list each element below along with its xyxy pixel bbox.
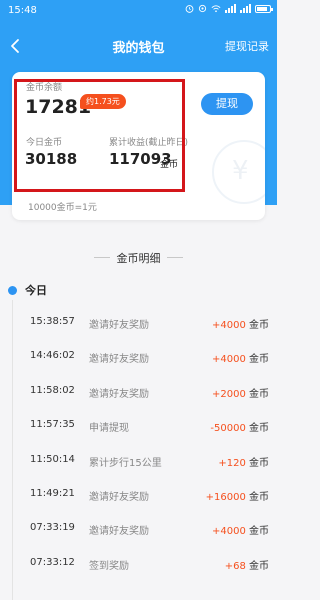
amount-unit: 金币 xyxy=(249,320,269,331)
today-group-header: 今日 xyxy=(8,282,47,298)
list-item: 07:33:12 签到奖励 +68 金币 xyxy=(0,547,277,581)
settings-icon xyxy=(198,4,207,13)
amount-value: +4000 xyxy=(211,526,246,538)
wifi-icon xyxy=(211,5,221,13)
amount-value: +120 xyxy=(218,457,246,469)
amount-value: +2000 xyxy=(211,388,246,400)
list-item: 11:57:35 申请提现 -50000 金币 xyxy=(0,409,277,443)
amount-unit: 金币 xyxy=(249,354,269,366)
today-label: 今日 xyxy=(25,284,47,297)
record-time: 11:58:02 xyxy=(30,384,75,396)
amount-unit: 金币 xyxy=(249,423,269,435)
record-desc: 邀请好友奖励 xyxy=(89,354,149,366)
list-item: 11:58:02 邀请好友奖励 +2000 金币 xyxy=(0,375,277,409)
highlight-annotation-box xyxy=(14,79,185,192)
signal-icon-2 xyxy=(240,4,251,13)
amount-value: +16000 xyxy=(205,491,246,503)
record-time: 14:46:02 xyxy=(30,350,75,362)
amount-value: +68 xyxy=(224,560,246,572)
coin-details-title: 金币明细 xyxy=(0,250,277,266)
exchange-rate-text: 10000金币=1元 xyxy=(28,203,97,213)
nav-bar: 我的钱包 提现记录 xyxy=(0,28,277,64)
amount-unit: 金币 xyxy=(249,491,269,503)
wallet-page: 15:48 我的钱包 提现记录 金币余额 17281 约1.73元 提现 今日金… xyxy=(0,0,277,600)
record-desc: 累计步行15公里 xyxy=(89,457,162,469)
battery-icon xyxy=(255,4,273,13)
amount-unit: 金币 xyxy=(249,388,269,400)
record-amount: +120 金币 xyxy=(218,454,269,469)
yen-watermark-icon: ¥ xyxy=(212,140,265,204)
record-amount: +4000 金币 xyxy=(212,316,269,331)
amount-value: +4000 xyxy=(211,320,246,331)
withdraw-button[interactable]: 提现 xyxy=(201,93,253,115)
list-item: 15:38:57 邀请好友奖励 +4000 金币 xyxy=(0,306,277,340)
record-time: 11:49:21 xyxy=(30,487,75,499)
record-time: 07:33:12 xyxy=(30,556,75,568)
record-time: 15:38:57 xyxy=(30,316,75,327)
record-amount: +2000 金币 xyxy=(212,385,269,400)
record-amount: -50000 金币 xyxy=(210,419,269,434)
timeline-dot-icon xyxy=(8,285,17,295)
amount-value: +4000 xyxy=(211,354,246,366)
withdraw-record-link[interactable]: 提现记录 xyxy=(225,38,269,54)
record-desc: 签到奖励 xyxy=(89,560,129,572)
record-time: 11:50:14 xyxy=(30,453,75,465)
alarm-icon xyxy=(185,5,194,13)
status-icons xyxy=(185,4,273,13)
record-time: 07:33:19 xyxy=(30,522,75,534)
record-desc: 邀请好友奖励 xyxy=(89,388,149,400)
record-desc: 邀请好友奖励 xyxy=(89,320,149,331)
status-bar: 15:48 xyxy=(0,0,277,22)
list-item: 11:49:21 邀请好友奖励 +16000 金币 xyxy=(0,478,277,512)
record-amount: +4000 金币 xyxy=(212,522,269,537)
list-item: 07:33:19 邀请好友奖励 +4000 金币 xyxy=(0,512,277,546)
record-time: 11:57:35 xyxy=(30,419,75,431)
status-time: 15:48 xyxy=(8,5,37,16)
list-item: 14:46:02 邀请好友奖励 +4000 金币 xyxy=(0,340,277,374)
records-list: 15:38:57 邀请好友奖励 +4000 金币 14:46:02 邀请好友奖励… xyxy=(0,306,277,581)
record-desc: 申请提现 xyxy=(89,423,129,435)
list-item: 11:50:14 累计步行15公里 +120 金币 xyxy=(0,444,277,478)
record-amount: +4000 金币 xyxy=(212,350,269,365)
record-amount: +16000 金币 xyxy=(206,488,269,503)
amount-unit: 金币 xyxy=(249,526,269,538)
amount-unit: 金币 xyxy=(249,457,269,469)
signal-icon xyxy=(225,4,236,13)
record-amount: +68 金币 xyxy=(225,557,269,572)
amount-value: -50000 xyxy=(210,423,246,435)
amount-unit: 金币 xyxy=(249,560,269,572)
record-desc: 邀请好友奖励 xyxy=(89,491,149,503)
record-desc: 邀请好友奖励 xyxy=(89,526,149,538)
